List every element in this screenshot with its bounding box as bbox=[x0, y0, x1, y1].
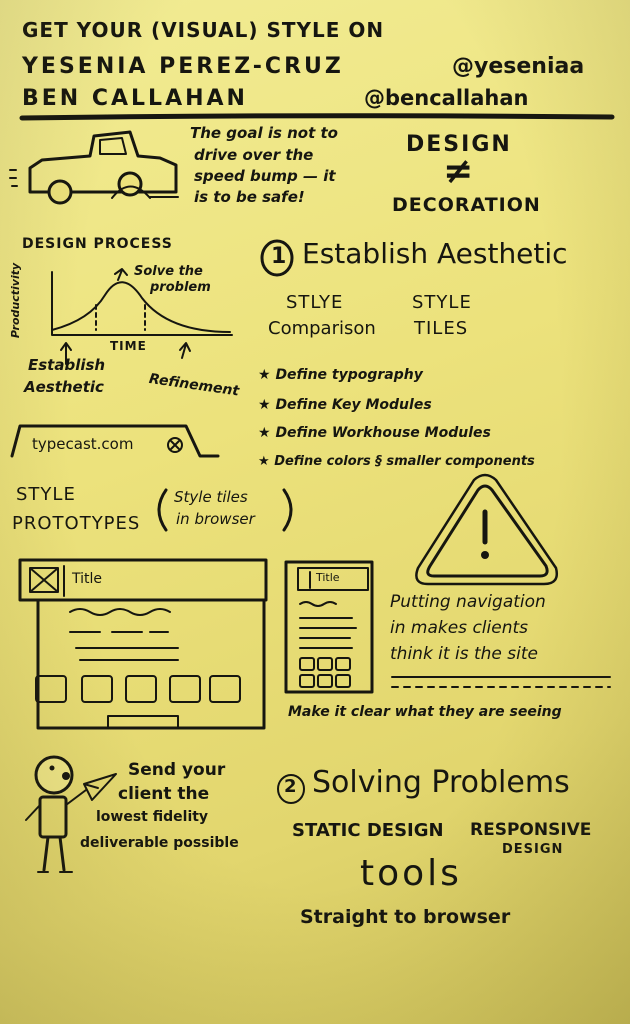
establish-label-1: Establish bbox=[28, 356, 106, 374]
section1-heading: Establish Aesthetic bbox=[302, 237, 568, 270]
quote-line-2: drive over the bbox=[194, 146, 314, 164]
quote-line-3: speed bump — it bbox=[194, 167, 336, 185]
bullet-2: ★ Define Key Modules bbox=[258, 397, 432, 413]
bullet-3: ★ Define Workhouse Modules bbox=[258, 425, 491, 441]
wireframe-title-small: Title bbox=[316, 571, 340, 584]
design-process-title: DESIGN PROCESS bbox=[22, 236, 173, 252]
section2-number: 2 bbox=[284, 776, 297, 797]
talk-title: GET YOUR (VISUAL) STYLE ON bbox=[22, 18, 385, 42]
speaker1-name: YESENIA PEREZ-CRUZ bbox=[22, 54, 344, 79]
style-comparison-label-2: Comparison bbox=[268, 318, 376, 339]
style-prototypes-label-2: PROTOTYPES bbox=[12, 513, 141, 534]
quote-line-1: The goal is not to bbox=[190, 124, 338, 142]
section1-number: 1 bbox=[271, 244, 287, 269]
style-tiles-aside-2: in browser bbox=[176, 510, 255, 528]
x-axis-label: TIME bbox=[110, 339, 147, 353]
static-design-label: STATIC DESIGN bbox=[292, 820, 444, 841]
bullet-3-text: Define Workhouse Modules bbox=[275, 425, 491, 441]
warning-icon bbox=[415, 473, 558, 586]
not-equal-sign: ≠ bbox=[443, 151, 474, 192]
client-line-2: client the bbox=[118, 784, 210, 804]
straight-to-browser-label: Straight to browser bbox=[300, 906, 511, 928]
style-prototypes-label-1: STYLE bbox=[16, 484, 76, 505]
warning-line-3: think it is the site bbox=[390, 644, 538, 664]
bullet-2-text: Define Key Modules bbox=[275, 397, 432, 413]
solve-label-2: problem bbox=[150, 280, 211, 295]
wireframe-title-large: Title bbox=[72, 571, 103, 587]
speaker2-name: BEN CALLAHAN bbox=[22, 86, 248, 111]
speaker2-handle: @bencallahan bbox=[364, 86, 529, 110]
sketch-drawings bbox=[9, 113, 615, 873]
jeep-icon bbox=[9, 130, 179, 205]
style-tiles-label-2: TILES bbox=[414, 318, 469, 339]
bullet-1-text: Define typography bbox=[275, 367, 423, 383]
bullet-4-text: Define colors § smaller components bbox=[274, 454, 535, 469]
style-comparison-label-1: STLYE bbox=[286, 292, 344, 313]
warning-line-1: Putting navigation bbox=[390, 592, 546, 612]
bullet-4: ★ Define colors § smaller components bbox=[258, 454, 535, 469]
style-tiles-aside-1: Style tiles bbox=[174, 488, 248, 506]
responsive-design-label-1: RESPONSIVE bbox=[470, 820, 592, 840]
header-underline bbox=[19, 113, 615, 121]
client-line-4: deliverable possible bbox=[80, 835, 239, 851]
establish-label-2: Aesthetic bbox=[24, 378, 104, 396]
tools-label: tools bbox=[360, 853, 462, 894]
url-bar-text: typecast.com bbox=[32, 435, 134, 453]
solve-label-1: Solve the bbox=[134, 264, 203, 279]
section2-heading: Solving Problems bbox=[312, 765, 570, 800]
desktop-wireframe-drawing bbox=[18, 558, 268, 730]
quote-line-4: is to be safe! bbox=[194, 188, 305, 206]
decoration-word: DECORATION bbox=[392, 194, 541, 216]
client-line-3: lowest fidelity bbox=[96, 809, 209, 825]
style-tiles-label-1: STYLE bbox=[412, 292, 472, 313]
bullet-1: ★ Define typography bbox=[258, 367, 423, 383]
y-axis-label: Productivity bbox=[9, 262, 23, 339]
speaker1-handle: @yeseniaa bbox=[452, 54, 585, 79]
warning-footer: Make it clear what they are seeing bbox=[288, 704, 562, 720]
responsive-design-label-2: DESIGN bbox=[502, 842, 564, 857]
client-line-1: Send your bbox=[128, 760, 226, 780]
warning-line-2: in makes clients bbox=[390, 618, 528, 638]
